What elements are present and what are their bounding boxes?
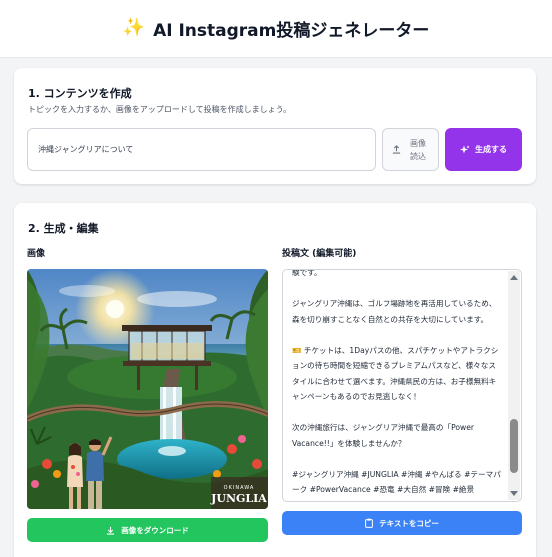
scroll-up-arrow-icon[interactable] <box>510 275 518 280</box>
upload-image-button[interactable]: 画像読込 <box>382 128 439 171</box>
scrollbar-thumb[interactable] <box>510 419 518 473</box>
image-caption-big: JUNGLIA <box>210 492 267 505</box>
create-content-card: 1. コンテンツを作成 トピックを入力するか、画像をアップロードして投稿を作成し… <box>14 68 536 184</box>
download-icon <box>107 526 115 535</box>
post-text-scrollbar[interactable] <box>508 271 520 500</box>
download-button-label: 画像をダウンロード <box>121 525 189 535</box>
section-title-edit: 2. 生成・編集 <box>28 222 99 235</box>
post-text-column-label: 投稿文 (編集可能) <box>282 249 357 259</box>
page-title: AI Instagram投稿ジェネレーター <box>153 21 430 41</box>
generate-button-label: 生成する <box>475 145 507 154</box>
copy-button-label: テキストをコピー <box>379 518 439 528</box>
image-column-label: 画像 <box>27 249 46 259</box>
upload-button-label: 画像読込 <box>410 138 426 161</box>
app-header: ✨ AI Instagram投稿ジェネレーター <box>0 0 552 58</box>
topic-input[interactable] <box>27 128 376 171</box>
section-description: トピックを入力するか、画像をアップロードして投稿を作成しましょう。 <box>28 105 292 114</box>
generate-button[interactable]: 生成する <box>445 128 522 171</box>
sparkles-icon: ✨ <box>122 17 146 38</box>
generated-image: OKINAWA JUNGLIA <box>27 269 268 509</box>
post-text-content[interactable]: 験です。 ジャングリア沖縄は、ゴルフ場跡地を再活用しているため、森を切り崩すこと… <box>292 270 502 498</box>
image-caption-small: OKINAWA <box>224 485 255 491</box>
post-text-editor[interactable]: 験です。 ジャングリア沖縄は、ゴルフ場跡地を再活用しているため、森を切り崩すこと… <box>282 269 522 502</box>
generate-edit-card: 2. 生成・編集 画像 投稿文 (編集可能) OKINAWA JUNGLIA 画… <box>14 203 536 557</box>
upload-icon <box>392 145 401 154</box>
clipboard-icon <box>365 518 374 528</box>
sparkles-icon <box>460 145 470 153</box>
scroll-down-arrow-icon[interactable] <box>510 491 518 496</box>
download-image-button[interactable]: 画像をダウンロード <box>27 518 268 542</box>
copy-text-button[interactable]: テキストをコピー <box>282 511 522 535</box>
section-title-create: 1. コンテンツを作成 <box>28 87 132 100</box>
generated-image-illustration: OKINAWA JUNGLIA <box>27 269 268 509</box>
